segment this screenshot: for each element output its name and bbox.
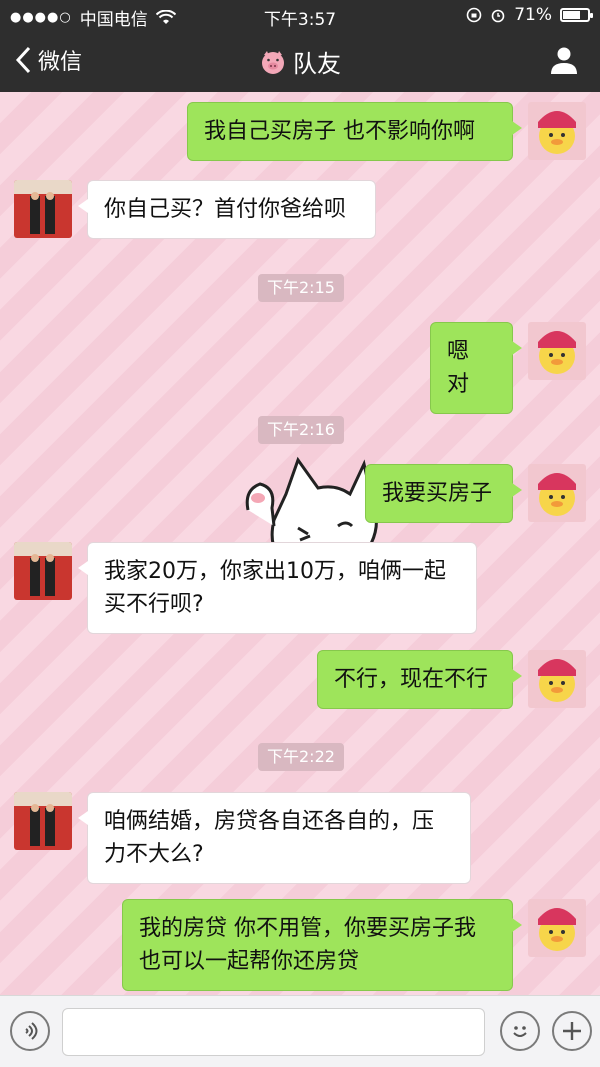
- lock-rotation-icon: [466, 7, 482, 23]
- nav-bar: 微信 队友: [0, 30, 600, 92]
- voice-icon: [25, 1022, 38, 1040]
- more-button[interactable]: [552, 1011, 592, 1051]
- contact-avatar[interactable]: [14, 180, 72, 238]
- pig-emoji-icon: [262, 51, 284, 74]
- contact-avatar[interactable]: [14, 792, 72, 850]
- input-bar: [0, 995, 600, 1067]
- timestamp-chip: 下午2:22: [258, 743, 344, 771]
- message-bubble-outgoing[interactable]: 不行，现在不行: [317, 650, 522, 709]
- alarm-icon: [491, 9, 505, 23]
- self-avatar[interactable]: [528, 650, 586, 708]
- message-bubble-incoming[interactable]: 我家20万，你家出10万，咱俩一起买不行呗?: [78, 542, 477, 634]
- self-avatar[interactable]: [528, 899, 586, 957]
- message-input[interactable]: [62, 1008, 485, 1056]
- message-bubble-outgoing[interactable]: 嗯 对: [430, 322, 522, 414]
- contact-info-icon[interactable]: [548, 44, 580, 76]
- message-bubble-incoming[interactable]: 你自己买？首付你爸给呗: [78, 180, 376, 239]
- timestamp-chip: 下午2:15: [258, 274, 344, 302]
- voice-button[interactable]: [10, 1011, 50, 1051]
- self-avatar[interactable]: [528, 102, 586, 160]
- chat-title: 队友: [0, 44, 600, 79]
- smiley-icon: [513, 1026, 527, 1037]
- plus-icon: [563, 1022, 581, 1040]
- self-avatar[interactable]: [528, 322, 586, 380]
- chat-area[interactable]: 我自己买房子 也不影响你啊 你自己买？首付你爸给呗 下午2:15 嗯 对 下午2…: [0, 92, 600, 995]
- battery-icon: [560, 8, 593, 22]
- battery-percent: 71%: [514, 5, 552, 25]
- message-bubble-incoming[interactable]: 咱俩结婚，房贷各自还各自的，压力不大么?: [78, 792, 471, 884]
- chat-title-text: 队友: [293, 50, 341, 78]
- contact-avatar[interactable]: [14, 542, 72, 600]
- self-avatar[interactable]: [528, 464, 586, 522]
- status-bar: ●●●●○ 中国电信 下午3:57 71%: [0, 0, 600, 30]
- message-bubble-outgoing[interactable]: 我自己买房子 也不影响你啊: [187, 102, 522, 161]
- message-bubble-outgoing[interactable]: 我要买房子: [365, 464, 522, 523]
- message-bubble-outgoing[interactable]: 我的房贷 你不用管，你要买房子我也可以一起帮你还房贷: [122, 899, 522, 991]
- timestamp-chip: 下午2:16: [258, 416, 344, 444]
- emoji-button[interactable]: [500, 1011, 540, 1051]
